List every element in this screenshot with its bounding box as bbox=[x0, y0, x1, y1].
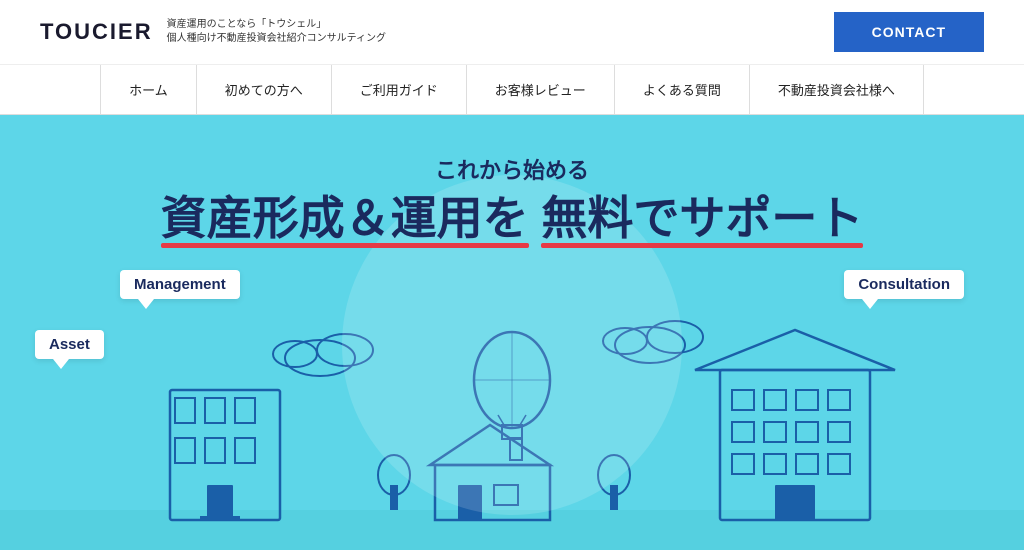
contact-button[interactable]: CONTACT bbox=[834, 12, 984, 52]
hero-section: これから始める 資産形成＆運用を 無料でサポート Management Cons… bbox=[0, 115, 1024, 550]
main-nav: ホーム 初めての方へ ご利用ガイド お客様レビュー よくある質問 不動産投資会社… bbox=[0, 65, 1024, 115]
logo-subtitle: 資産運用のことなら「トウシェル」 個人種向け不動産投資会社紹介コンサルティング bbox=[167, 18, 386, 46]
hero-subtitle: これから始める bbox=[161, 153, 864, 185]
bubble-consultation: Consultation bbox=[844, 270, 964, 299]
tagline-sub: 個人種向け不動産投資会社紹介コンサルティング bbox=[167, 32, 386, 46]
nav-item-beginners[interactable]: 初めての方へ bbox=[197, 65, 332, 114]
hero-title-part1: 資産形成＆運用を bbox=[161, 193, 529, 244]
hero-text: これから始める 資産形成＆運用を 無料でサポート bbox=[161, 115, 864, 244]
logo: TOUCIER bbox=[40, 19, 153, 45]
hero-title: 資産形成＆運用を 無料でサポート bbox=[161, 193, 864, 244]
nav-item-faq[interactable]: よくある質問 bbox=[615, 65, 750, 114]
nav-item-companies[interactable]: 不動産投資会社様へ bbox=[750, 65, 924, 114]
header: TOUCIER 資産運用のことなら「トウシェル」 個人種向け不動産投資会社紹介コ… bbox=[0, 0, 1024, 65]
nav-item-reviews[interactable]: お客様レビュー bbox=[467, 65, 615, 114]
tagline-main: 資産運用のことなら「トウシェル」 bbox=[167, 18, 386, 32]
logo-area: TOUCIER 資産運用のことなら「トウシェル」 個人種向け不動産投資会社紹介コ… bbox=[40, 18, 386, 46]
nav-item-home[interactable]: ホーム bbox=[100, 65, 197, 114]
hero-title-part2: 無料でサポート bbox=[541, 193, 863, 244]
bubble-management: Management bbox=[120, 270, 240, 299]
nav-item-guide[interactable]: ご利用ガイド bbox=[332, 65, 467, 114]
bubble-asset: Asset bbox=[35, 330, 104, 359]
